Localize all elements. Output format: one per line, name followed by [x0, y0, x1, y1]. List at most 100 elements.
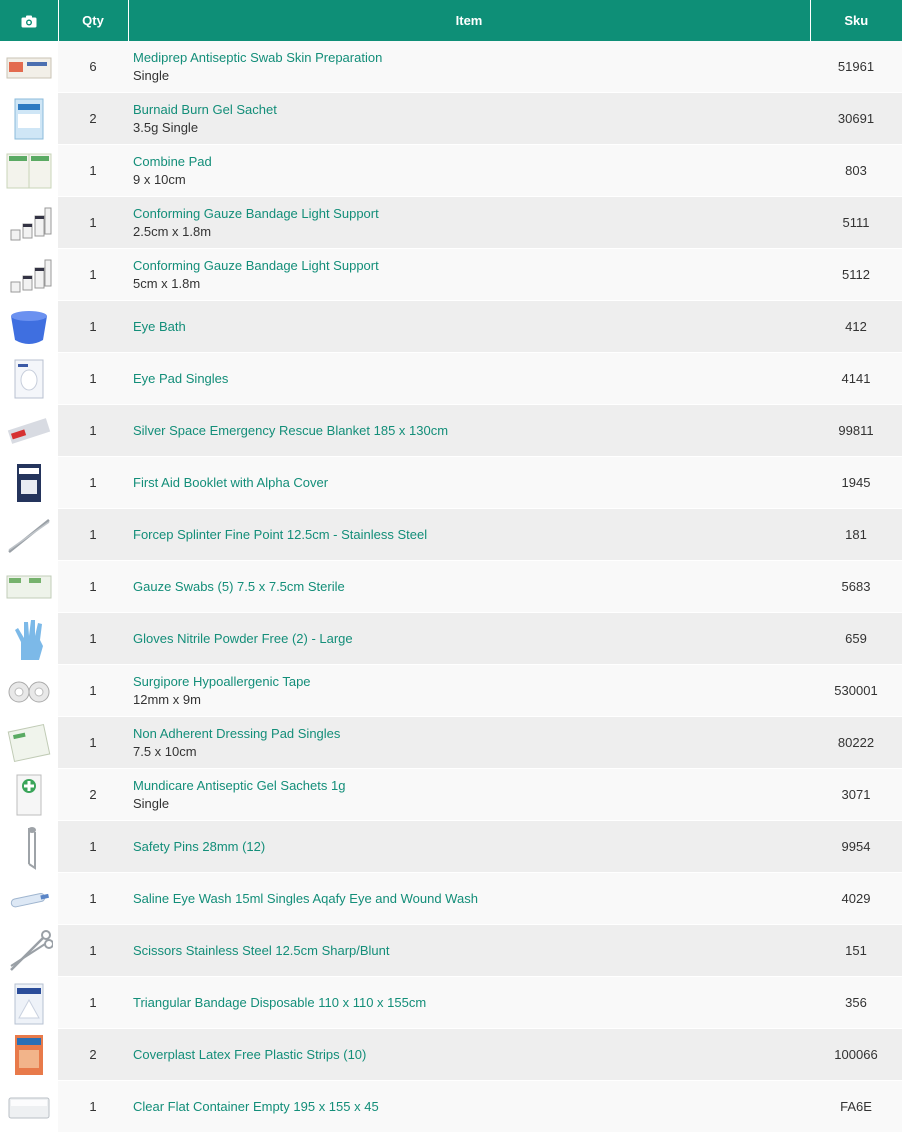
scissors-icon[interactable]	[5, 928, 53, 974]
triangular-bandage-icon[interactable]	[5, 980, 53, 1026]
table-row: 1 Gauze Swabs (5) 7.5 x 7.5cm Sterile 56…	[0, 560, 902, 613]
item-link[interactable]: Coverplast Latex Free Plastic Strips (10…	[133, 1046, 810, 1064]
product-image-cell[interactable]	[0, 612, 58, 665]
qty-cell: 1	[58, 560, 128, 613]
item-variant: 12mm x 9m	[133, 691, 201, 707]
product-image-cell[interactable]	[0, 352, 58, 405]
item-cell: Eye Bath	[128, 300, 810, 353]
product-image-cell[interactable]	[0, 508, 58, 561]
product-image-cell[interactable]	[0, 560, 58, 613]
item-link[interactable]: Eye Pad Singles	[133, 370, 810, 388]
item-link[interactable]: First Aid Booklet with Alpha Cover	[133, 474, 810, 492]
item-link[interactable]: Burnaid Burn Gel Sachet	[133, 101, 810, 119]
table-row: 1 Safety Pins 28mm (12) 9954	[0, 820, 902, 873]
product-image-cell[interactable]	[0, 248, 58, 301]
sku-cell: 412	[810, 300, 902, 353]
glove-icon[interactable]	[5, 616, 53, 662]
item-cell: Silver Space Emergency Rescue Blanket 18…	[128, 404, 810, 457]
item-link[interactable]: Saline Eye Wash 15ml Singles Aqafy Eye a…	[133, 890, 810, 908]
item-link[interactable]: Safety Pins 28mm (12)	[133, 838, 810, 856]
product-image-cell[interactable]	[0, 924, 58, 977]
bandage-rolls-icon[interactable]	[5, 200, 53, 246]
qty-cell: 2	[58, 768, 128, 821]
item-link[interactable]: Clear Flat Container Empty 195 x 155 x 4…	[133, 1098, 810, 1116]
item-link[interactable]: Mediprep Antiseptic Swab Skin Preparatio…	[133, 49, 810, 67]
gel-sachet-icon[interactable]	[5, 96, 53, 142]
item-cell: Saline Eye Wash 15ml Singles Aqafy Eye a…	[128, 872, 810, 925]
sku-cell: 181	[810, 508, 902, 561]
qty-cell: 1	[58, 352, 128, 405]
image-column-header	[0, 0, 59, 41]
table-row: 1 Eye Pad Singles 4141	[0, 352, 902, 405]
camera-icon	[21, 15, 37, 28]
sku-cell: 803	[810, 144, 902, 197]
item-link[interactable]: Scissors Stainless Steel 12.5cm Sharp/Bl…	[133, 942, 810, 960]
combine-pad-icon[interactable]	[5, 148, 53, 194]
product-image-cell[interactable]	[0, 872, 58, 925]
eye-bath-icon[interactable]	[5, 304, 53, 350]
product-image-cell[interactable]	[0, 820, 58, 873]
qty-cell: 1	[58, 820, 128, 873]
item-variant: 9 x 10cm	[133, 171, 186, 187]
item-variant: 3.5g Single	[133, 119, 199, 135]
table-row: 1 Forcep Splinter Fine Point 12.5cm - St…	[0, 508, 902, 561]
item-link[interactable]: Forcep Splinter Fine Point 12.5cm - Stai…	[133, 526, 810, 544]
product-image-cell[interactable]	[0, 976, 58, 1029]
item-link[interactable]: Surgipore Hypoallergenic Tape	[133, 673, 810, 691]
antiseptic-sachet-icon[interactable]	[5, 772, 53, 818]
sku-cell: 151	[810, 924, 902, 977]
table-row: 1 Combine Pad 9 x 10cm 803	[0, 144, 902, 197]
sku-cell: 5111	[810, 196, 902, 249]
item-link[interactable]: Triangular Bandage Disposable 110 x 110 …	[133, 994, 810, 1012]
item-link[interactable]: Gloves Nitrile Powder Free (2) - Large	[133, 630, 810, 648]
qty-cell: 1	[58, 976, 128, 1029]
container-icon[interactable]	[5, 1084, 53, 1130]
swab-box-icon[interactable]	[5, 44, 53, 90]
item-variant: Single	[133, 67, 170, 83]
product-image-cell[interactable]	[0, 716, 58, 769]
item-link[interactable]: Combine Pad	[133, 153, 810, 171]
tape-icon[interactable]	[5, 668, 53, 714]
item-link[interactable]: Eye Bath	[133, 318, 810, 336]
item-cell: Combine Pad 9 x 10cm	[128, 144, 810, 197]
item-link[interactable]: Conforming Gauze Bandage Light Support	[133, 205, 810, 223]
sku-cell: FA6E	[810, 1080, 902, 1133]
product-image-cell[interactable]	[0, 196, 58, 249]
product-image-cell[interactable]	[0, 768, 58, 821]
product-image-cell[interactable]	[0, 300, 58, 353]
item-cell: Eye Pad Singles	[128, 352, 810, 405]
plastic-strips-icon[interactable]	[5, 1032, 53, 1078]
table-header-row: Qty Item Sku	[0, 0, 902, 41]
item-link[interactable]: Non Adherent Dressing Pad Singles	[133, 725, 810, 743]
product-image-cell[interactable]	[0, 456, 58, 509]
product-image-cell[interactable]	[0, 664, 58, 717]
bandage-rolls-icon[interactable]	[5, 252, 53, 298]
item-link[interactable]: Mundicare Antiseptic Gel Sachets 1g	[133, 777, 810, 795]
product-image-cell[interactable]	[0, 1080, 58, 1133]
item-link[interactable]: Silver Space Emergency Rescue Blanket 18…	[133, 422, 810, 440]
sku-cell: 5112	[810, 248, 902, 301]
eye-pad-icon[interactable]	[5, 356, 53, 402]
item-cell: Scissors Stainless Steel 12.5cm Sharp/Bl…	[128, 924, 810, 977]
qty-cell: 6	[58, 41, 128, 93]
item-cell: Mundicare Antiseptic Gel Sachets 1g Sing…	[128, 768, 810, 821]
table-row: 6 Mediprep Antiseptic Swab Skin Preparat…	[0, 41, 902, 93]
booklet-icon[interactable]	[5, 460, 53, 506]
sku-cell: 530001	[810, 664, 902, 717]
gauze-swabs-icon[interactable]	[5, 564, 53, 610]
product-image-cell[interactable]	[0, 144, 58, 197]
product-image-cell[interactable]	[0, 92, 58, 145]
safety-pin-icon[interactable]	[5, 824, 53, 870]
qty-cell: 1	[58, 664, 128, 717]
product-image-cell[interactable]	[0, 1028, 58, 1081]
item-link[interactable]: Conforming Gauze Bandage Light Support	[133, 257, 810, 275]
dressing-pad-icon[interactable]	[5, 720, 53, 766]
rescue-blanket-icon[interactable]	[5, 408, 53, 454]
eye-wash-icon[interactable]	[5, 876, 53, 922]
forceps-icon[interactable]	[5, 512, 53, 558]
item-link[interactable]: Gauze Swabs (5) 7.5 x 7.5cm Sterile	[133, 578, 810, 596]
product-image-cell[interactable]	[0, 41, 58, 93]
sku-cell: 30691	[810, 92, 902, 145]
item-cell: Conforming Gauze Bandage Light Support 2…	[128, 196, 810, 249]
product-image-cell[interactable]	[0, 404, 58, 457]
